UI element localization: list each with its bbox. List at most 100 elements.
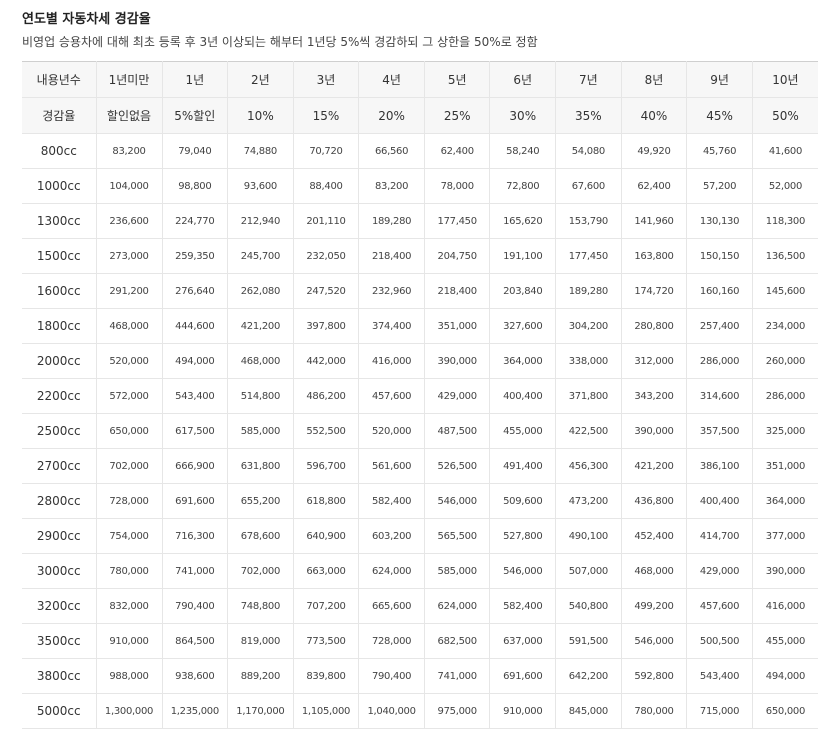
header-cell: 40%: [620, 97, 687, 134]
header-cell: 15%: [292, 97, 359, 134]
tax-amount-cell: 790,400: [161, 588, 228, 624]
tax-amount-cell: 585,000: [227, 413, 294, 449]
tax-amount-cell: 617,500: [161, 413, 228, 449]
tax-amount-cell: 663,000: [292, 553, 359, 589]
tax-amount-cell: 691,600: [161, 483, 228, 519]
tax-amount-cell: 624,000: [358, 553, 425, 589]
tax-amount-cell: 455,000: [489, 413, 556, 449]
table-row: 1500cc 273,000 259,350 245,700 232,050 218,40…: [22, 238, 818, 274]
table-row: 2700cc 702,000 666,900 631,800 596,700 561,60…: [22, 448, 818, 484]
tax-amount-cell: 468,000: [227, 343, 294, 379]
tax-amount-cell: 130,130: [686, 203, 753, 239]
tax-amount-cell: 1,300,000: [95, 693, 162, 729]
header-cell: 10년: [751, 61, 818, 98]
tax-amount-cell: 819,000: [227, 623, 294, 659]
header-cell: 8년: [620, 61, 687, 98]
tax-amount-cell: 910,000: [95, 623, 162, 659]
tax-amount-cell: 938,600: [161, 658, 228, 694]
engine-size-cell: 2000cc: [22, 343, 96, 379]
tax-amount-cell: 136,500: [751, 238, 818, 274]
tax-amount-cell: 62,400: [423, 133, 490, 169]
tax-amount-cell: 457,600: [686, 588, 753, 624]
tax-amount-cell: 864,500: [161, 623, 228, 659]
header-cell: 20%: [358, 97, 425, 134]
tax-amount-cell: 832,000: [95, 588, 162, 624]
tax-amount-cell: 204,750: [423, 238, 490, 274]
tax-amount-cell: 514,800: [227, 378, 294, 414]
engine-size-cell: 5000cc: [22, 693, 96, 729]
engine-size-cell: 2900cc: [22, 518, 96, 554]
tax-amount-cell: 702,000: [95, 448, 162, 484]
engine-size-cell: 3000cc: [22, 553, 96, 589]
tax-amount-cell: 773,500: [292, 623, 359, 659]
tax-amount-cell: 93,600: [227, 168, 294, 204]
tax-amount-cell: 637,000: [489, 623, 556, 659]
tax-amount-cell: 546,000: [423, 483, 490, 519]
tax-amount-cell: 716,300: [161, 518, 228, 554]
tax-amount-cell: 582,400: [358, 483, 425, 519]
tax-amount-cell: 429,000: [686, 553, 753, 589]
tax-amount-cell: 585,000: [423, 553, 490, 589]
engine-size-cell: 1800cc: [22, 308, 96, 344]
tax-amount-cell: 351,000: [423, 308, 490, 344]
tax-amount-cell: 748,800: [227, 588, 294, 624]
tax-amount-cell: 499,200: [620, 588, 687, 624]
tax-amount-cell: 88,400: [292, 168, 359, 204]
header-cell: 할인없음: [95, 97, 162, 134]
tax-amount-cell: 276,640: [161, 273, 228, 309]
tax-amount-cell: 728,000: [95, 483, 162, 519]
tax-amount-cell: 343,200: [620, 378, 687, 414]
tax-amount-cell: 62,400: [620, 168, 687, 204]
tax-amount-cell: 67,600: [555, 168, 622, 204]
tax-amount-cell: 591,500: [555, 623, 622, 659]
tax-amount-cell: 444,600: [161, 308, 228, 344]
tax-amount-cell: 416,000: [358, 343, 425, 379]
tax-amount-cell: 655,200: [227, 483, 294, 519]
table-row: 3200cc 832,000 790,400 748,800 707,200 665,60…: [22, 588, 818, 624]
tax-amount-cell: 58,240: [489, 133, 556, 169]
table-row: 2200cc 572,000 543,400 514,800 486,200 457,60…: [22, 378, 818, 414]
tax-amount-cell: 455,000: [751, 623, 818, 659]
tax-amount-cell: 1,235,000: [161, 693, 228, 729]
tax-amount-cell: 468,000: [620, 553, 687, 589]
tax-amount-cell: 224,770: [161, 203, 228, 239]
tax-amount-cell: 682,500: [423, 623, 490, 659]
engine-size-cell: 3800cc: [22, 658, 96, 694]
tax-amount-cell: 561,600: [358, 448, 425, 484]
tax-amount-cell: 592,800: [620, 658, 687, 694]
tax-amount-cell: 546,000: [489, 553, 556, 589]
table-row: 1800cc 468,000 444,600 421,200 397,800 374,40…: [22, 308, 818, 344]
tax-amount-cell: 312,000: [620, 343, 687, 379]
table-row: 2500cc 650,000 617,500 585,000 552,500 520,00…: [22, 413, 818, 449]
tax-amount-cell: 640,900: [292, 518, 359, 554]
tax-amount-cell: 163,800: [620, 238, 687, 274]
tax-amount-cell: 327,600: [489, 308, 556, 344]
tax-amount-cell: 1,040,000: [358, 693, 425, 729]
header-cell: 5년: [423, 61, 490, 98]
tax-amount-cell: 650,000: [751, 693, 818, 729]
tax-amount-cell: 754,000: [95, 518, 162, 554]
tax-amount-cell: 975,000: [423, 693, 490, 729]
tax-amount-cell: 257,400: [686, 308, 753, 344]
table-row: 2000cc 520,000 494,000 468,000 442,000 416,00…: [22, 343, 818, 379]
tax-amount-cell: 520,000: [95, 343, 162, 379]
tax-amount-cell: 422,500: [555, 413, 622, 449]
header-cell: 6년: [489, 61, 556, 98]
tax-amount-cell: 74,880: [227, 133, 294, 169]
tax-amount-cell: 57,200: [686, 168, 753, 204]
tax-amount-cell: 400,400: [686, 483, 753, 519]
tax-amount-cell: 70,720: [292, 133, 359, 169]
tax-amount-cell: 291,200: [95, 273, 162, 309]
tax-amount-cell: 245,700: [227, 238, 294, 274]
tax-amount-cell: 390,000: [751, 553, 818, 589]
tax-amount-cell: 236,600: [95, 203, 162, 239]
tax-amount-cell: 390,000: [423, 343, 490, 379]
tax-amount-cell: 390,000: [620, 413, 687, 449]
tax-amount-cell: 889,200: [227, 658, 294, 694]
tax-amount-cell: 527,800: [489, 518, 556, 554]
engine-size-cell: 1600cc: [22, 273, 96, 309]
table-row: 3800cc 988,000 938,600 889,200 839,800 790,40…: [22, 658, 818, 694]
tax-amount-cell: 232,050: [292, 238, 359, 274]
header-cell: 35%: [555, 97, 622, 134]
tax-amount-cell: 839,800: [292, 658, 359, 694]
